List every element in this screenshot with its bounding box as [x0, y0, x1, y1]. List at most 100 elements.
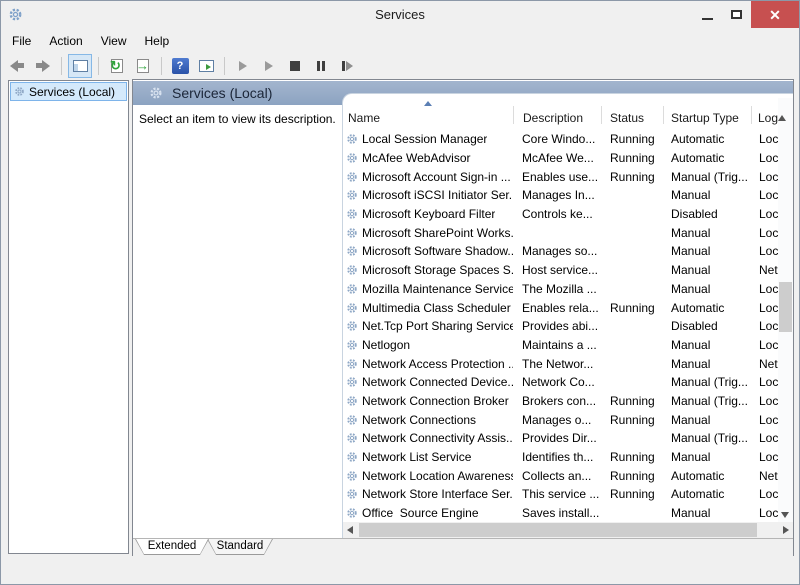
service-row[interactable]: Network Connected Device... Network Co..… — [343, 373, 778, 392]
scroll-right-icon[interactable] — [783, 526, 789, 534]
service-gear-icon — [346, 189, 358, 201]
service-row[interactable]: Network Store Interface Ser... This serv… — [343, 485, 778, 504]
service-description: Host service... — [513, 263, 601, 277]
horizontal-scrollbar[interactable] — [343, 522, 793, 538]
scroll-left-icon[interactable] — [347, 526, 353, 534]
play-icon — [239, 61, 247, 71]
tab-extended[interactable]: Extended — [135, 539, 209, 555]
service-gear-icon — [346, 245, 358, 257]
tree-item-services-local[interactable]: Services (Local) — [10, 82, 127, 101]
service-row[interactable]: Microsoft Keyboard Filter Controls ke...… — [343, 205, 778, 224]
column-separator[interactable] — [663, 106, 664, 124]
service-description: Collects an... — [513, 469, 601, 483]
column-header-description[interactable]: Description — [523, 111, 583, 125]
service-row[interactable]: Microsoft Account Sign-in ... Enables us… — [343, 167, 778, 186]
service-row[interactable]: Mozilla Maintenance Service The Mozilla … — [343, 280, 778, 299]
service-row[interactable]: Microsoft iSCSI Initiator Ser... Manages… — [343, 186, 778, 205]
service-startup-type: Manual (Trig... — [663, 170, 751, 184]
export-list-icon: → — [137, 59, 149, 73]
menu-view[interactable]: View — [92, 31, 136, 52]
service-row[interactable]: Network Location Awareness Collects an..… — [343, 466, 778, 485]
service-row[interactable]: Microsoft Software Shadow... Manages so.… — [343, 242, 778, 261]
scroll-up-icon[interactable] — [778, 98, 786, 121]
service-log-on-as: Net — [751, 469, 778, 483]
service-row[interactable]: Office Source Engine Saves install... Ma… — [343, 504, 778, 523]
service-log-on-as: Loc — [751, 282, 778, 296]
pause-service-button[interactable] — [309, 54, 333, 78]
service-row[interactable]: Microsoft SharePoint Works... Manual Loc — [343, 223, 778, 242]
close-button[interactable]: ✕ — [751, 1, 799, 28]
service-log-on-as: Loc — [751, 338, 778, 352]
help-button[interactable]: ? — [168, 54, 192, 78]
show-action-pane-button[interactable] — [194, 54, 218, 78]
service-row[interactable]: Network Connectivity Assis... Provides D… — [343, 429, 778, 448]
service-row[interactable]: Network List Service Identifies th... Ru… — [343, 448, 778, 467]
service-row[interactable]: Netlogon Maintains a ... Manual Loc — [343, 336, 778, 355]
service-startup-type: Manual — [663, 338, 751, 352]
stop-icon — [290, 61, 300, 71]
vertical-scroll-thumb[interactable] — [779, 282, 792, 332]
service-log-on-as: Loc — [751, 394, 778, 408]
maximize-button[interactable] — [722, 1, 751, 28]
service-name: Local Session Manager — [362, 132, 487, 146]
tab-standard[interactable]: Standard — [207, 539, 273, 555]
service-log-on-as: Loc — [751, 431, 778, 445]
service-row[interactable]: Microsoft Storage Spaces S... Host servi… — [343, 261, 778, 280]
service-description: McAfee We... — [513, 151, 601, 165]
toolbar-separator — [224, 57, 225, 75]
service-row[interactable]: Net.Tcp Port Sharing Service Provides ab… — [343, 317, 778, 336]
forward-arrow-icon — [36, 60, 50, 72]
column-separator[interactable] — [751, 106, 752, 124]
service-startup-type: Manual — [663, 450, 751, 464]
menu-help[interactable]: Help — [136, 31, 179, 52]
service-name: McAfee WebAdvisor — [362, 151, 471, 165]
service-startup-type: Manual — [663, 506, 751, 520]
service-log-on-as: Loc — [751, 450, 778, 464]
show-console-tree-button[interactable] — [68, 54, 92, 78]
service-name: Network Access Protection ... — [362, 357, 513, 371]
refresh-button[interactable]: ↻ — [105, 54, 129, 78]
console-tree-panel: Services (Local) — [8, 80, 129, 554]
service-startup-type: Manual — [663, 282, 751, 296]
vertical-scrollbar[interactable] — [778, 98, 793, 522]
stop-service-button[interactable] — [283, 54, 307, 78]
sort-ascending-icon — [424, 101, 432, 106]
service-description: Identifies th... — [513, 450, 601, 464]
service-row[interactable]: Network Connection Broker Brokers con...… — [343, 392, 778, 411]
column-header-status[interactable]: Status — [610, 111, 644, 125]
close-icon: ✕ — [769, 8, 781, 22]
minimize-button[interactable] — [693, 1, 722, 28]
resume-service-button[interactable] — [257, 54, 281, 78]
column-separator[interactable] — [513, 106, 514, 124]
scroll-down-icon[interactable] — [781, 512, 789, 518]
service-row[interactable]: McAfee WebAdvisor McAfee We... Running A… — [343, 149, 778, 168]
service-gear-icon — [346, 395, 358, 407]
panel-title: Services (Local) — [172, 85, 272, 101]
column-header-log-on-as[interactable]: Log — [758, 111, 778, 125]
horizontal-scroll-thumb[interactable] — [359, 523, 757, 537]
column-header-name[interactable]: Name — [348, 111, 380, 125]
restart-icon — [342, 61, 353, 71]
refresh-icon: ↻ — [111, 59, 123, 73]
column-separator[interactable] — [601, 106, 602, 124]
services-window: Services ✕ File Action View Help ↻ → — [0, 0, 800, 585]
export-list-button[interactable]: → — [131, 54, 155, 78]
menu-action[interactable]: Action — [40, 31, 91, 52]
start-service-button[interactable] — [231, 54, 255, 78]
service-status: Running — [601, 151, 663, 165]
back-button[interactable] — [5, 54, 29, 78]
service-row[interactable]: Network Connections Manages o... Running… — [343, 410, 778, 429]
service-row[interactable]: Network Access Protection ... The Networ… — [343, 354, 778, 373]
column-header-startup-type[interactable]: Startup Type — [671, 111, 739, 125]
service-row[interactable]: Local Session Manager Core Windo... Runn… — [343, 130, 778, 149]
services-list: Name Description Status Startup Type Log… — [342, 93, 793, 538]
service-description: Saves install... — [513, 506, 601, 520]
menu-file[interactable]: File — [3, 31, 40, 52]
gear-icon — [149, 86, 163, 100]
forward-button[interactable] — [31, 54, 55, 78]
service-name: Network Connectivity Assis... — [362, 431, 513, 445]
service-row[interactable]: Multimedia Class Scheduler Enables rela.… — [343, 298, 778, 317]
service-description: Manages In... — [513, 188, 601, 202]
service-status: Running — [601, 132, 663, 146]
restart-service-button[interactable] — [335, 54, 359, 78]
